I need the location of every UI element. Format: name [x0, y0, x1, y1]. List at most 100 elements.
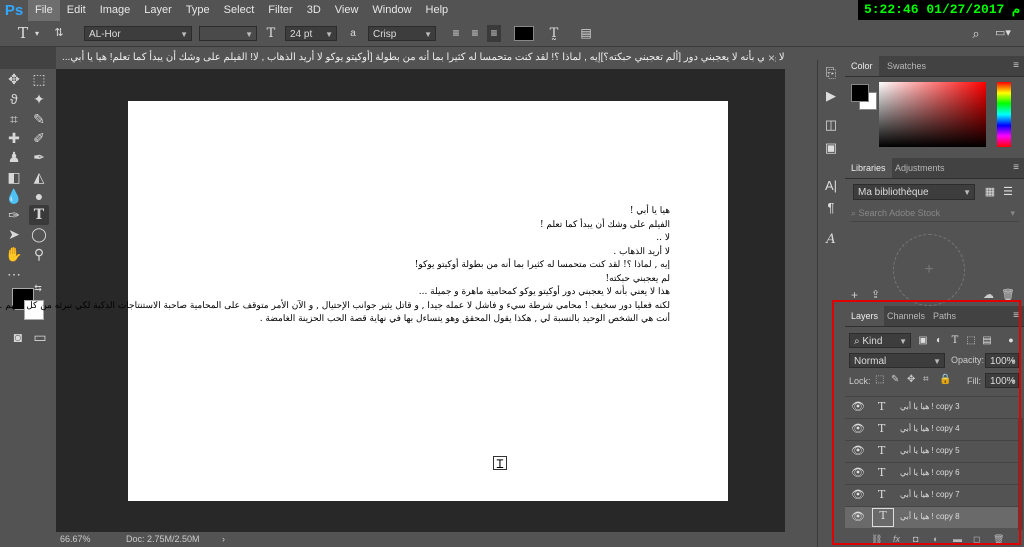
menu-image[interactable]: Image — [93, 0, 138, 21]
text-line: هذا لا يعني بأنه لا يعجبني دور أوكيتو يو… — [418, 287, 670, 297]
clone-stamp-icon[interactable]: ♟ — [4, 147, 24, 167]
document-tab[interactable]: ...هذا لا يعني بأنه لا يعجبني دور [ألم ت… — [56, 47, 785, 69]
font-family-select[interactable]: AL-Hor ▼ — [84, 26, 192, 41]
stock-search-field[interactable]: ⌕ Search Adobe Stock ▾ — [851, 206, 1019, 222]
status-bar: 66.67% Doc: 2.75M/2.50M › — [56, 532, 785, 547]
workspace-icon[interactable]: ▭▾ — [992, 25, 1014, 42]
actions-play-icon[interactable]: ▶ — [821, 86, 841, 106]
hue-slider[interactable] — [997, 82, 1011, 147]
text-line: هيا يا أبي ! — [629, 206, 670, 216]
font-size-value: 24 pt — [290, 29, 313, 40]
warp-text-icon[interactable]: T̰ — [546, 25, 562, 42]
blur-tool-icon[interactable]: 💧 — [4, 186, 24, 206]
more-tools-icon[interactable]: ⋯ — [4, 264, 24, 284]
menu-3d[interactable]: 3D — [300, 0, 328, 21]
libraries-panel-header: Libraries Adjustments ≡ — [845, 158, 1024, 179]
text-layer-content[interactable]: هيا يا أبي ! الفيلم على وشك أن يبدأ كما … — [0, 205, 670, 327]
lasso-tool-icon[interactable]: ϑ — [4, 89, 24, 109]
dodge-tool-icon[interactable]: ● — [29, 186, 49, 206]
menu-edit[interactable]: Edit — [60, 0, 93, 21]
text-color-swatch[interactable] — [514, 26, 534, 41]
pen-tool-icon[interactable]: ✑ — [4, 205, 24, 225]
library-drop-zone-icon[interactable]: + — [893, 234, 965, 306]
brush-tool-icon[interactable]: ✐ — [29, 128, 49, 148]
align-right-icon[interactable]: ≡ — [487, 25, 501, 42]
color-panel-header: Color Swatches ≡ — [845, 56, 1024, 77]
properties-icon[interactable]: ◫ — [821, 115, 841, 135]
document-tab-title: ...هذا لا يعني بأنه لا يعجبني دور [ألم ت… — [62, 52, 785, 63]
type-tool-preset-icon[interactable]: T — [14, 25, 32, 42]
antialias-select[interactable]: Crisp ▼ — [368, 26, 436, 41]
text-line: لا .. — [656, 233, 670, 243]
text-line: أنت هي الشخص الوحيد بالنسبة لي , هكذا يق… — [259, 314, 670, 324]
eyedropper-icon[interactable]: ✎ — [29, 109, 49, 129]
font-style-select[interactable]: ▼ — [199, 26, 257, 41]
character-icon[interactable]: A| — [821, 176, 841, 196]
quick-mask-icon[interactable]: ◙ — [8, 327, 28, 347]
hand-tool-icon[interactable]: ✋ — [4, 244, 24, 264]
font-size-select[interactable]: 24 pt ▼ — [285, 26, 337, 41]
library-select[interactable]: Ma bibliothèque ▼ — [853, 184, 975, 200]
history-icon[interactable]: ⎘ — [821, 63, 841, 83]
type-tool-icon[interactable]: T — [29, 205, 49, 225]
crop-tool-icon[interactable]: ⌗ — [4, 109, 24, 129]
marquee-tool-icon[interactable]: ⬚ — [29, 69, 49, 89]
font-family-value: AL-Hor — [89, 29, 121, 40]
tab-color[interactable]: Color — [845, 56, 879, 76]
path-selection-icon[interactable]: ➤ — [4, 224, 24, 244]
menu-layer[interactable]: Layer — [137, 0, 179, 21]
clone-source-icon[interactable] — [821, 148, 841, 168]
color-fg-fill — [852, 85, 868, 101]
paint-bucket-icon[interactable]: ◭ — [29, 167, 49, 187]
healing-brush-icon[interactable]: ✚ — [4, 128, 24, 148]
document-tab-bar: ...هذا لا يعني بأنه لا يعجبني دور [ألم ت… — [0, 47, 785, 70]
color-saturation-field[interactable] — [879, 82, 986, 147]
library-value: Ma bibliothèque — [858, 187, 929, 198]
magic-wand-icon[interactable]: ✦ — [29, 89, 49, 109]
glyphs-icon[interactable]: A — [821, 230, 841, 250]
panel-menu-icon[interactable]: ≡ — [1013, 162, 1019, 173]
menu-view[interactable]: View — [328, 0, 366, 21]
menu-window[interactable]: Window — [365, 0, 418, 21]
history-brush-icon[interactable]: ✒ — [29, 147, 49, 167]
paragraph-icon[interactable]: ¶ — [821, 198, 841, 218]
chevron-down-icon: ▼ — [245, 30, 253, 39]
grid-view-icon[interactable]: ▦ — [983, 184, 997, 201]
move-tool-icon[interactable]: ✥ — [4, 69, 24, 89]
zoom-tool-icon[interactable]: ⚲ — [29, 244, 49, 264]
screen-mode-icon[interactable]: ▭ — [30, 327, 50, 347]
eraser-tool-icon[interactable]: ◧ — [4, 167, 24, 187]
text-line: لكنه فعليا دور سخيف ! محامي شرطة سيء و ف… — [0, 300, 670, 311]
color-fg-swatch[interactable] — [851, 84, 869, 102]
chevron-down-icon: ▾ — [1010, 208, 1015, 218]
align-center-icon[interactable]: ≡ — [468, 25, 482, 42]
document-canvas[interactable]: هيا يا أبي ! الفيلم على وشك أن يبدأ كما … — [0, 101, 728, 501]
align-left-icon[interactable]: ≡ — [449, 25, 463, 42]
photoshop-logo: Ps — [4, 2, 24, 19]
zoom-level[interactable]: 66.67% — [60, 532, 91, 547]
menu-select[interactable]: Select — [217, 0, 262, 21]
panel-menu-icon[interactable]: ≡ — [1013, 60, 1019, 71]
chevron-down-icon: ▼ — [325, 30, 333, 39]
chevron-down-icon: ▼ — [180, 30, 188, 39]
status-menu-arrow-icon[interactable]: › — [222, 532, 225, 547]
tab-adjustments[interactable]: Adjustments — [889, 158, 951, 178]
text-line: إيه , لماذا ؟! لقد كنت متحمسا له كثيرا ب… — [414, 260, 670, 270]
text-line: لا أريد الذهاب . — [613, 246, 670, 257]
tab-swatches[interactable]: Swatches — [881, 56, 932, 76]
menu-type[interactable]: Type — [179, 0, 217, 21]
list-view-icon[interactable]: ☰ — [1001, 184, 1015, 201]
menu-file[interactable]: File — [28, 0, 60, 21]
tab-libraries[interactable]: Libraries — [845, 158, 892, 178]
ellipse-tool-icon[interactable]: ◯ — [29, 224, 49, 244]
chevron-down-icon[interactable]: ▾ — [32, 25, 42, 42]
text-orientation-icon[interactable]: ⇅ — [52, 25, 66, 42]
search-icon[interactable]: ⌕ — [968, 25, 984, 42]
text-color-fill — [515, 27, 533, 40]
font-size-icon: T — [266, 26, 276, 41]
menu-help[interactable]: Help — [419, 0, 456, 21]
swap-colors-icon[interactable]: ⇆ — [33, 283, 43, 293]
close-icon[interactable]: × — [763, 47, 775, 69]
menu-filter[interactable]: Filter — [261, 0, 299, 21]
character-panel-icon[interactable]: ▤ — [578, 25, 594, 42]
